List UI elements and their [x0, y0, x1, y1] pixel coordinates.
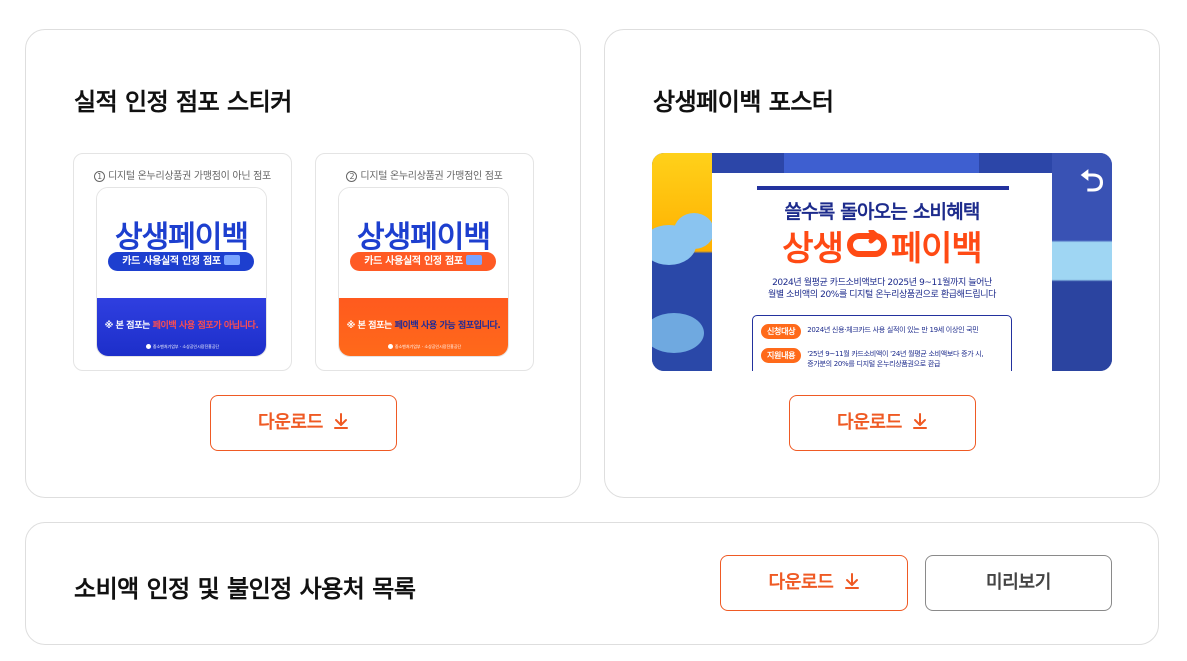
credit-card-icon	[465, 255, 482, 265]
sticker-brand: 상생페이백	[357, 220, 491, 255]
usage-list-card: 소비액 인정 및 불인정 사용처 목록 다운로드 미리보기	[25, 522, 1159, 645]
sticker-logos: 중소벤처기업부 · 소상공인시장진흥공단	[339, 344, 508, 350]
sticker-caption: 1 디지털 온누리상품권 가맹점이 아닌 점포	[74, 167, 291, 182]
usage-list-download-button[interactable]: 다운로드	[720, 555, 908, 611]
government-logo-icon	[387, 344, 393, 349]
sticker-caption-text: 디지털 온누리상품권 가맹점이 아닌 점포	[108, 171, 271, 182]
sticker-notice: ※ 본 점포는 페이백 사용 점포가 아닙니다.	[97, 318, 266, 331]
poster-info-text: '25년 9~11월 카드소비액이 '24년 월평균 소비액보다 증가 시, 증가…	[807, 350, 984, 368]
divider	[757, 186, 1009, 190]
download-arrow-icon	[844, 558, 860, 612]
poster-thumbnail: ⮌ 쓸수록 돌아오는 소비혜택 상생 페이백 2024년 월평균 카드소비액보다 …	[652, 153, 1112, 371]
poster-card-title: 상생페이백 포스터	[653, 88, 834, 116]
government-logo-icon	[145, 344, 151, 349]
sticker-logos-text: 중소벤처기업부 · 소상공인시장진흥공단	[152, 344, 220, 349]
poster-description-line: 월별 소비액의 20%를 디지털 온누리상품권으로 환급해드립니다	[767, 290, 997, 300]
usage-list-title: 소비액 인정 및 불인정 사용처 목록	[74, 575, 416, 603]
sticker-logos-text: 중소벤처기업부 · 소상공인시장진흥공단	[394, 344, 462, 349]
sticker-thumbnail-non-merchant: 1 디지털 온누리상품권 가맹점이 아닌 점포 상생페이백 카드 사용실적 인정 …	[73, 153, 292, 371]
poster-brand-left: 상생	[782, 229, 844, 269]
poster-info-row: 신청대상 2024년 신용·체크카드 사용 실적이 있는 만 19세 이상인 국민	[761, 324, 979, 339]
poster-sheet: 쓸수록 돌아오는 소비혜택 상생 페이백 2024년 월평균 카드소비액보다 20…	[712, 173, 1052, 371]
poster-info-tag: 지원내용	[761, 348, 802, 363]
poster-brand: 상생 페이백	[712, 221, 1052, 270]
sticker-notice-highlight: 페이백 사용 점포가 아닙니다.	[152, 321, 259, 331]
sticker-notice-prefix: ※ 본 점포는	[346, 321, 395, 331]
sticker-brand: 상생페이백	[115, 220, 249, 255]
poster-description-line: 2024년 월평균 카드소비액보다 2025년 9~11월까지 늘어난	[772, 278, 992, 288]
sticker-notice: ※ 본 점포는 페이백 사용 가능 점포입니다.	[339, 318, 508, 331]
sticker-notice-highlight: 페이백 사용 가능 점포입니다.	[394, 321, 501, 331]
download-arrow-icon	[333, 398, 349, 452]
download-arrow-icon	[912, 398, 928, 452]
poster-headline: 쓸수록 돌아오는 소비혜택	[784, 201, 980, 223]
sticker-pill-text: 카드 사용실적 인정 점포	[122, 256, 221, 267]
poster-top-decoration	[784, 153, 979, 173]
sticker-pill: 카드 사용실적 인정 점포	[108, 252, 254, 271]
cloud-decoration	[674, 213, 714, 249]
sticker-download-button[interactable]: 다운로드	[210, 395, 397, 451]
download-button-label: 다운로드	[768, 572, 834, 593]
poster-info-tag: 신청대상	[761, 324, 802, 339]
poster-card: 상생페이백 포스터 ⮌ 쓸수록 돌아오는 소비혜택 상생 페이백 2024년 월평…	[604, 29, 1160, 498]
poster-info-box: 신청대상 2024년 신용·체크카드 사용 실적이 있는 만 19세 이상인 국민…	[752, 315, 1012, 371]
sticker-card-title: 실적 인정 점포 스티커	[74, 88, 292, 116]
number-badge: 2	[346, 171, 358, 182]
sticker-pill: 카드 사용실적 인정 점포	[350, 252, 496, 271]
sticker-card: 실적 인정 점포 스티커 1 디지털 온누리상품권 가맹점이 아닌 점포 상생페이…	[25, 29, 581, 498]
download-button-label: 다운로드	[836, 412, 903, 433]
return-arrow-icon	[845, 228, 889, 269]
poster-brand-right: 페이백	[890, 229, 983, 269]
poster-description: 2024년 월평균 카드소비액보다 2025년 9~11월까지 늘어난 월별 소…	[712, 277, 1052, 301]
sticker-caption: 2 디지털 온누리상품권 가맹점인 점포	[316, 167, 533, 182]
sticker-artwork: 상생페이백 카드 사용실적 인정 점포 ※ 본 점포는 페이백 사용 가능 점포…	[338, 187, 509, 357]
usage-list-preview-button[interactable]: 미리보기	[925, 555, 1112, 611]
sticker-notice-prefix: ※ 본 점포는	[104, 321, 153, 331]
poster-download-button[interactable]: 다운로드	[789, 395, 976, 451]
poster-info-row: 지원내용 '25년 9~11월 카드소비액이 '24년 월평균 소비액보다 증가 …	[761, 348, 984, 369]
number-badge: 1	[94, 171, 106, 182]
sticker-pill-text: 카드 사용실적 인정 점포	[364, 256, 463, 267]
sticker-thumbnail-merchant: 2 디지털 온누리상품권 가맹점인 점포 상생페이백 카드 사용실적 인정 점포 …	[315, 153, 534, 371]
sticker-logos: 중소벤처기업부 · 소상공인시장진흥공단	[97, 344, 266, 350]
sticker-artwork: 상생페이백 카드 사용실적 인정 점포 ※ 본 점포는 페이백 사용 점포가 아…	[96, 187, 267, 357]
sticker-caption-text: 디지털 온누리상품권 가맹점인 점포	[360, 171, 503, 182]
return-arrow-icon: ⮌	[1079, 164, 1104, 199]
credit-card-icon	[223, 255, 240, 265]
download-button-label: 다운로드	[257, 412, 324, 433]
poster-info-text: 2024년 신용·체크카드 사용 실적이 있는 만 19세 이상인 국민	[807, 326, 979, 334]
